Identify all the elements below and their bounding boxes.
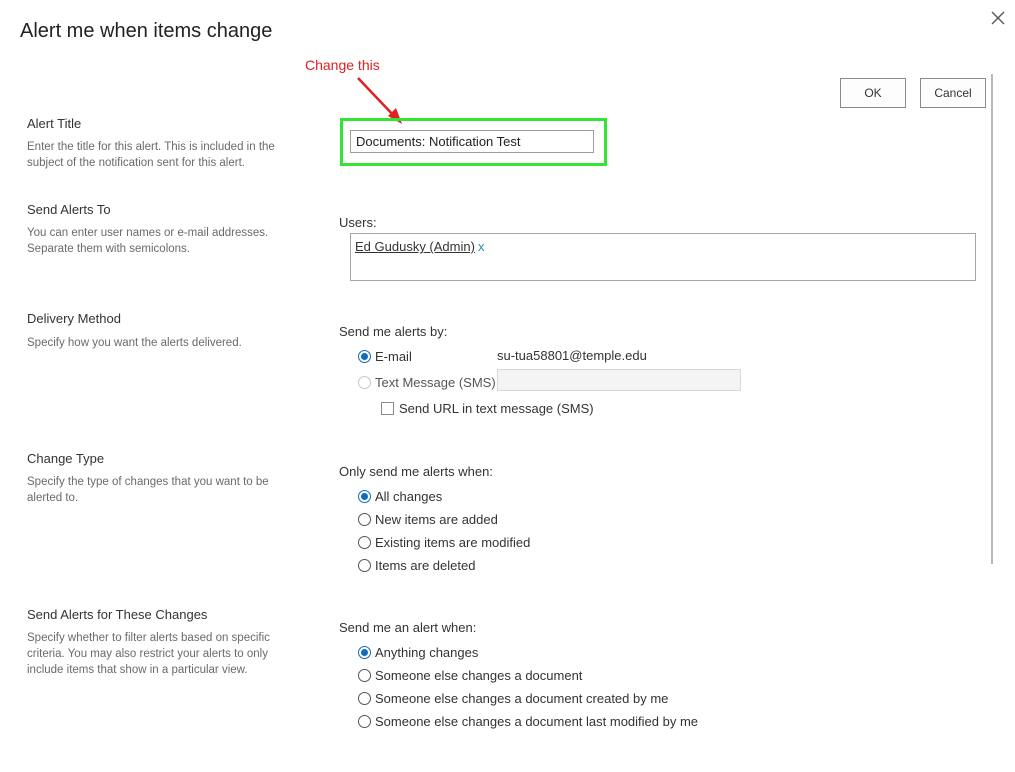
filter-option-label: Anything changes [375,645,479,660]
send-url-option[interactable]: Send URL in text message (SMS) [381,401,594,416]
sms-number-input [497,369,741,391]
change-radio-all[interactable] [358,490,371,503]
filter-option-label: Someone else changes a document [375,668,583,683]
filter-description: Specify whether to filter alerts based o… [27,632,270,676]
filter-option-modified-by-me[interactable]: Someone else changes a document last mod… [358,714,698,729]
alert-title-input[interactable] [350,130,594,153]
change-option-label: Items are deleted [375,558,476,573]
user-token: Ed Gudusky (Admin) x [355,239,484,254]
user-name-link[interactable]: Ed Gudusky (Admin) [355,239,475,254]
annotation-label: Change this [305,57,380,73]
cancel-button[interactable]: Cancel [920,78,986,108]
delivery-description: Specify how you want the alerts delivere… [27,337,242,349]
filter-option-created-by-me[interactable]: Someone else changes a document created … [358,691,668,706]
send-url-checkbox[interactable] [381,402,394,415]
filter-radio-created-by-me[interactable] [358,692,371,705]
change-type-label: Only send me alerts when: [339,464,493,479]
alert-title-description: Enter the title for this alert. This is … [27,141,275,169]
filter-heading: Send Alerts for These Changes [27,607,208,622]
filter-radio-else-changes[interactable] [358,669,371,682]
email-option[interactable]: E-mail [358,349,412,364]
ok-button[interactable]: OK [840,78,906,108]
change-type-description: Specify the type of changes that you wan… [27,476,269,504]
change-option-label: New items are added [375,512,498,527]
close-icon[interactable] [989,9,1007,27]
dialog-title: Alert me when items change [20,20,273,42]
change-option-new[interactable]: New items are added [358,512,498,527]
change-option-label: Existing items are modified [375,535,531,550]
filter-option-label: Someone else changes a document last mod… [375,714,699,729]
sms-option-label: Text Message (SMS) [375,375,496,390]
filter-radio-anything[interactable] [358,646,371,659]
users-label: Users: [339,215,377,230]
send-to-description: You can enter user names or e-mail addre… [27,227,269,255]
filter-option-anything[interactable]: Anything changes [358,645,478,660]
send-to-heading: Send Alerts To [27,202,111,217]
filter-radio-modified-by-me[interactable] [358,715,371,728]
change-option-label: All changes [375,489,443,504]
change-option-deleted[interactable]: Items are deleted [358,558,475,573]
email-address: su-tua58801@temple.edu [497,348,647,363]
change-option-modified[interactable]: Existing items are modified [358,535,530,550]
change-radio-modified[interactable] [358,536,371,549]
sms-radio[interactable] [358,376,371,389]
change-radio-new[interactable] [358,513,371,526]
change-radio-deleted[interactable] [358,559,371,572]
filter-label: Send me an alert when: [339,620,477,635]
sms-option[interactable]: Text Message (SMS) [358,375,496,390]
change-type-heading: Change Type [27,451,105,466]
email-option-label: E-mail [375,349,412,364]
delivery-heading: Delivery Method [27,311,121,326]
filter-option-else-changes[interactable]: Someone else changes a document [358,668,582,683]
alert-title-heading: Alert Title [27,116,82,131]
change-option-all[interactable]: All changes [358,489,442,504]
delivery-label: Send me alerts by: [339,324,448,339]
send-url-label: Send URL in text message (SMS) [399,401,594,416]
filter-option-label: Someone else changes a document created … [375,691,669,706]
scrollbar[interactable] [991,74,993,564]
email-radio[interactable] [358,350,371,363]
remove-user-button[interactable]: x [478,239,485,254]
